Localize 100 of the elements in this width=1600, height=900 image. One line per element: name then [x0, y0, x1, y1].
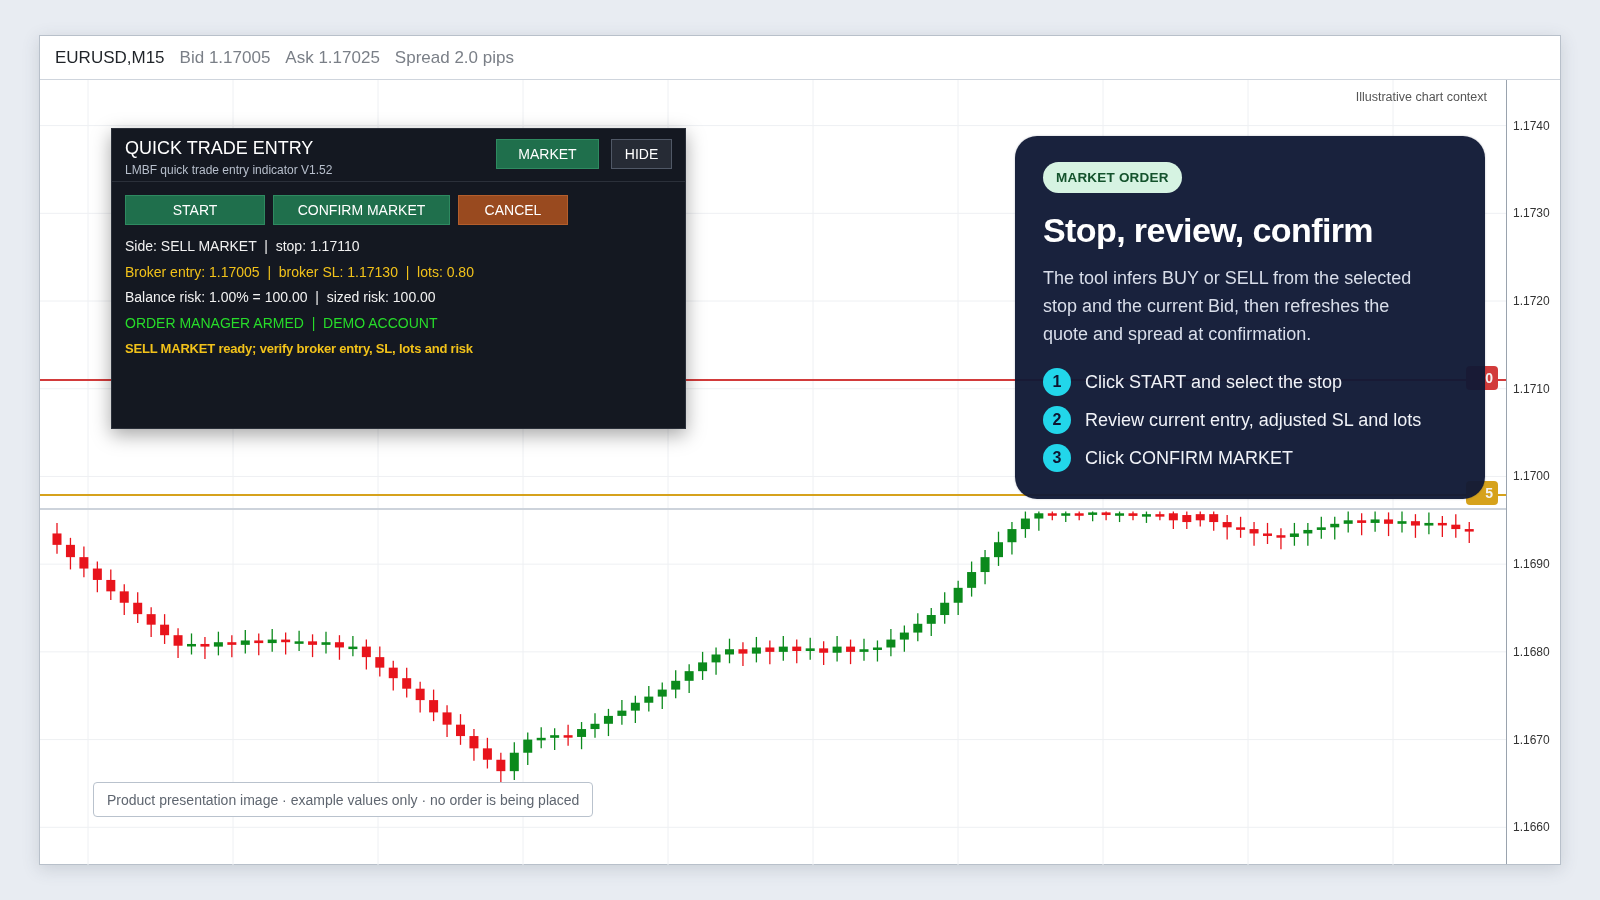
hide-button[interactable]: HIDE [611, 139, 672, 169]
candlestick [1384, 511, 1394, 537]
candlestick [1209, 510, 1219, 532]
candlestick [899, 624, 909, 653]
candlestick [321, 631, 331, 655]
candlestick [133, 591, 143, 624]
candlestick [456, 713, 465, 746]
confirm-button[interactable]: CONFIRM MARKET [273, 195, 450, 225]
step-number: 3 [1043, 444, 1071, 472]
price-label: 1.1720 [1513, 294, 1550, 309]
candlestick [832, 635, 842, 663]
candlestick [146, 606, 156, 638]
status-line: SELL MARKET ready; verify broker entry, SL, lots and risk [125, 340, 474, 358]
candlestick [1263, 522, 1272, 545]
candlestick [1101, 510, 1111, 521]
step-text: Click START and select the stop [1085, 371, 1343, 393]
candlestick [308, 633, 318, 658]
candlestick [119, 583, 129, 616]
candlestick [671, 669, 681, 699]
candlestick [160, 613, 170, 645]
candlestick [644, 685, 654, 713]
start-button[interactable]: START [125, 195, 265, 225]
candlestick [1128, 510, 1138, 521]
bid-price: Bid 1.17005 [179, 47, 271, 68]
step-number: 2 [1043, 406, 1071, 434]
chart-note: Illustrative chart context [1355, 90, 1487, 104]
candlestick [1276, 527, 1286, 550]
candlestick [1007, 521, 1017, 556]
candlestick [859, 638, 869, 662]
price-label: 1.1740 [1513, 118, 1550, 133]
price-label: 1.1660 [1513, 820, 1550, 835]
cancel-button[interactable]: CANCEL [458, 195, 568, 225]
candlestick [603, 708, 613, 737]
candlestick [765, 639, 775, 665]
candlestick [415, 681, 425, 714]
candlestick [65, 537, 75, 571]
candlestick [550, 727, 560, 751]
step-text: Review current entry, adjusted SL and lots [1085, 409, 1422, 431]
candlestick [227, 634, 237, 658]
market-button[interactable]: MARKET [496, 139, 599, 169]
candlestick [523, 731, 533, 766]
candlestick [402, 667, 412, 699]
candlestick [1410, 513, 1420, 539]
candlestick [1451, 513, 1461, 539]
candlestick [1222, 514, 1232, 541]
candlestick [1236, 516, 1246, 539]
candlestick [254, 632, 264, 657]
price-label: 1.1680 [1513, 644, 1550, 659]
panel-subtitle: LMBF quick trade entry indicator V1.52 [125, 163, 333, 177]
market-order-badge: MARKET ORDER [1043, 162, 1182, 193]
candlestick [913, 612, 923, 642]
candlestick [1357, 512, 1367, 536]
candlestick [1343, 510, 1353, 534]
candlestick [1155, 510, 1165, 521]
candlestick [738, 641, 748, 667]
candlestick [469, 728, 479, 762]
candlestick [294, 630, 304, 652]
candlestick [429, 688, 439, 722]
candlestick [792, 638, 802, 664]
candlestick [361, 638, 371, 671]
price-label: 1.1710 [1513, 381, 1550, 396]
candlestick [79, 545, 89, 578]
candlestick [509, 741, 519, 781]
status-line: Broker entry: 1.17005 | broker SL: 1.17130 | lots: 0.80 [125, 262, 475, 282]
spread-value: Spread 2.0 pips [394, 47, 514, 68]
candlestick [496, 752, 506, 785]
candlestick [1020, 510, 1030, 539]
candlestick [92, 560, 102, 593]
candlestick [106, 568, 116, 601]
candlestick [617, 699, 627, 726]
candlestick [1034, 510, 1044, 532]
candlestick [940, 591, 950, 625]
symbol-label: EURUSD,M15 [55, 47, 165, 68]
candlestick [980, 549, 990, 585]
candlestick [967, 560, 977, 598]
candlestick [1289, 522, 1299, 547]
disclaimer-caption: Product presentation image · example values only · no order is being placed [93, 782, 594, 817]
ask-price: Ask 1.17025 [285, 47, 380, 68]
candlestick [778, 635, 788, 662]
candlestick [953, 580, 963, 616]
candlestick [577, 721, 587, 750]
status-line: Balance risk: 1.00% = 100.00 | sized risk: 100.00 [125, 288, 437, 307]
candlestick [173, 627, 183, 659]
candlestick [1249, 521, 1259, 547]
candlestick [1316, 516, 1326, 540]
candlestick [590, 712, 600, 739]
price-label: 1.1670 [1513, 732, 1550, 747]
candlestick [334, 634, 344, 661]
candlestick [926, 607, 936, 637]
candlestick [711, 646, 721, 676]
price-label: 1.1730 [1513, 206, 1550, 221]
step-text: Click CONFIRM MARKET [1085, 447, 1293, 469]
candlestick [872, 639, 882, 663]
status-line: Side: SELL MARKET | stop: 1.17110 [125, 237, 361, 256]
price-label: 1.1700 [1513, 469, 1550, 484]
candlestick [725, 638, 734, 664]
candlestick [213, 631, 223, 657]
candlestick [805, 637, 815, 661]
candlestick [657, 681, 667, 710]
candlestick [1424, 511, 1434, 535]
